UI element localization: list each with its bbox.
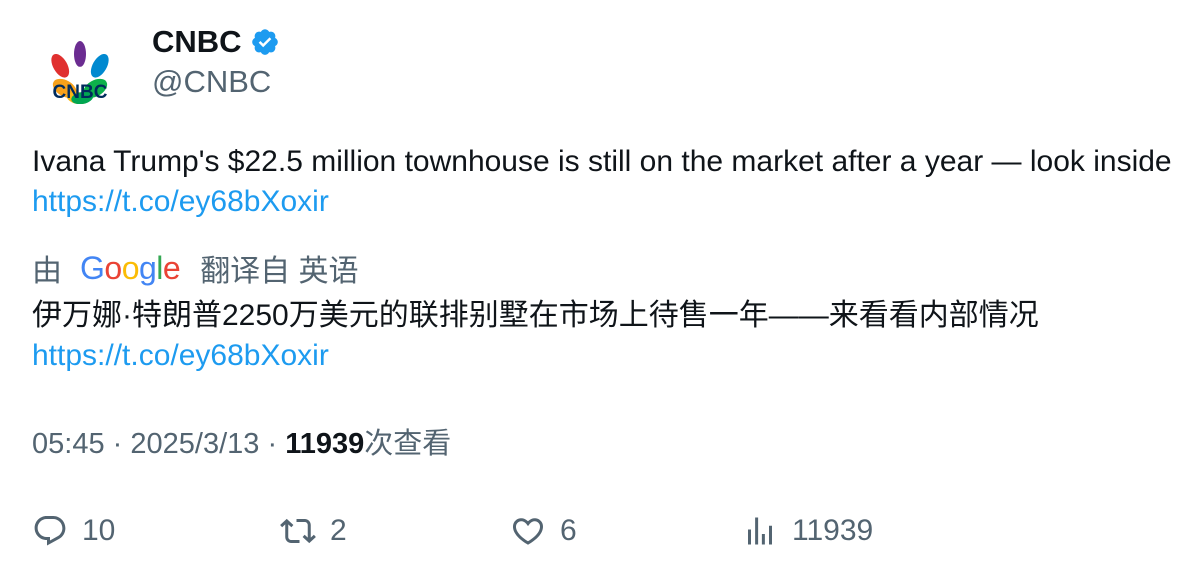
retweet-icon: [280, 518, 316, 544]
retweet-count: 2: [330, 514, 347, 547]
svg-text:CNBC: CNBC: [53, 82, 108, 103]
translation-attribution: 由 Google 翻译自 英语: [32, 246, 359, 290]
retweet-button[interactable]: 2: [280, 508, 347, 554]
tweet-body: Ivana Trump's $22.5 million townhouse is…: [32, 145, 1172, 178]
translation-suffix: 翻译自 英语: [200, 255, 359, 288]
meta-separator: ·: [267, 428, 278, 460]
views-count: 11939: [285, 428, 365, 460]
tweet-date[interactable]: 2025/3/13: [130, 428, 259, 460]
author-name-row: CNBC: [152, 22, 280, 62]
author-display-name[interactable]: CNBC: [152, 22, 242, 62]
cnbc-logo: CNBC: [51, 41, 109, 105]
verified-badge-icon: [250, 27, 280, 57]
tweet-link[interactable]: https://t.co/ey68bXoxir: [32, 185, 329, 218]
like-count: 6: [560, 514, 577, 547]
author-handle[interactable]: @CNBC: [152, 62, 271, 102]
meta-separator: ·: [112, 428, 123, 460]
views-action-count: 11939: [792, 514, 874, 547]
analytics-icon: [748, 517, 772, 545]
tweet-text: Ivana Trump's $22.5 million townhouse is…: [32, 142, 1172, 222]
reply-button[interactable]: 10: [32, 508, 115, 554]
translated-link[interactable]: https://t.co/ey68bXoxir: [32, 336, 1172, 376]
views-button[interactable]: 11939: [742, 508, 873, 554]
action-bar: 10 2 6 11939: [32, 508, 1172, 554]
translated-body: 伊万娜·特朗普2250万美元的联排别墅在市场上待售一年——来看看内部情况: [32, 299, 1039, 332]
google-logo: Google: [80, 250, 181, 286]
views-label: 次查看: [364, 428, 452, 460]
heart-icon: [512, 518, 544, 545]
reply-icon: [34, 516, 66, 546]
tweet-time[interactable]: 05:45: [32, 428, 105, 460]
tweet-meta: 05:45 · 2025/3/13 · 11939次查看: [32, 424, 451, 464]
translation-prefix: 由: [32, 255, 62, 288]
like-button[interactable]: 6: [510, 508, 577, 554]
avatar[interactable]: CNBC: [40, 38, 120, 105]
translated-text: 伊万娜·特朗普2250万美元的联排别墅在市场上待售一年——来看看内部情况 htt…: [32, 296, 1172, 376]
reply-count: 10: [82, 514, 116, 547]
